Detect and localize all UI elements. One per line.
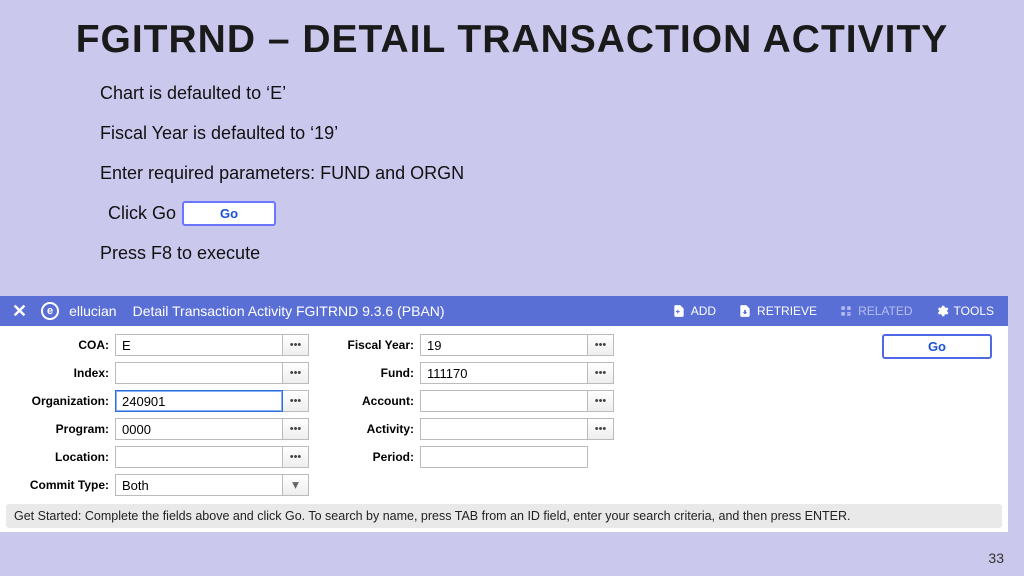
- add-icon: [672, 304, 686, 318]
- form-column-left: COA: ••• Index: ••• Organization: ••• Pr…: [10, 334, 315, 496]
- fiscal-year-lookup-button[interactable]: •••: [588, 334, 614, 356]
- tools-label: TOOLS: [954, 304, 994, 318]
- label-coa: COA:: [10, 338, 115, 352]
- location-field[interactable]: [115, 446, 283, 468]
- label-fiscal-year: Fiscal Year:: [335, 338, 420, 352]
- inline-go-button[interactable]: Go: [182, 201, 276, 226]
- location-lookup-button[interactable]: •••: [283, 446, 309, 468]
- add-button[interactable]: ADD: [666, 304, 722, 318]
- program-field[interactable]: [115, 418, 283, 440]
- organization-lookup-button[interactable]: •••: [283, 390, 309, 412]
- commit-type-dropdown-button[interactable]: ▾: [283, 474, 309, 496]
- label-index: Index:: [10, 366, 115, 380]
- index-lookup-button[interactable]: •••: [283, 362, 309, 384]
- coa-lookup-button[interactable]: •••: [283, 334, 309, 356]
- label-period: Period:: [335, 450, 420, 464]
- account-field[interactable]: [420, 390, 588, 412]
- app-window: ✕ e ellucian Detail Transaction Activity…: [0, 296, 1008, 532]
- bullet-click-go-text: Click Go: [108, 200, 176, 226]
- form-area: COA: ••• Index: ••• Organization: ••• Pr…: [0, 326, 1008, 502]
- related-button[interactable]: RELATED: [833, 304, 918, 318]
- label-commit-type: Commit Type:: [10, 478, 115, 492]
- index-field[interactable]: [115, 362, 283, 384]
- window-title: Detail Transaction Activity FGITRND 9.3.…: [133, 303, 445, 319]
- form-column-right: Fiscal Year: ••• Fund: ••• Account: ••• …: [335, 334, 620, 496]
- commit-type-field[interactable]: [115, 474, 283, 496]
- page-number: 33: [988, 550, 1004, 566]
- brand-text: ellucian: [69, 303, 116, 319]
- account-lookup-button[interactable]: •••: [588, 390, 614, 412]
- fiscal-year-field[interactable]: [420, 334, 588, 356]
- organization-field[interactable]: [115, 390, 283, 412]
- coa-field[interactable]: [115, 334, 283, 356]
- activity-lookup-button[interactable]: •••: [588, 418, 614, 440]
- slide-title: FGITRND – DETAIL TRANSACTION ACTIVITY: [0, 0, 1024, 62]
- fund-lookup-button[interactable]: •••: [588, 362, 614, 384]
- chevron-down-icon: ▾: [292, 477, 299, 493]
- app-header: ✕ e ellucian Detail Transaction Activity…: [0, 296, 1008, 326]
- hint-bar: Get Started: Complete the fields above a…: [6, 504, 1002, 528]
- label-fund: Fund:: [335, 366, 420, 380]
- retrieve-icon: [738, 304, 752, 318]
- label-program: Program:: [10, 422, 115, 436]
- close-icon[interactable]: ✕: [8, 301, 31, 322]
- retrieve-label: RETRIEVE: [757, 304, 817, 318]
- fund-field[interactable]: [420, 362, 588, 384]
- retrieve-button[interactable]: RETRIEVE: [732, 304, 823, 318]
- bullet-fiscal-year: Fiscal Year is defaulted to ‘19’: [100, 120, 1024, 146]
- related-label: RELATED: [858, 304, 912, 318]
- related-icon: [839, 304, 853, 318]
- label-account: Account:: [335, 394, 420, 408]
- label-organization: Organization:: [10, 394, 115, 408]
- bullet-chart: Chart is defaulted to ‘E’: [100, 80, 1024, 106]
- period-field[interactable]: [420, 446, 588, 468]
- bullet-f8: Press F8 to execute: [100, 240, 1024, 266]
- bullet-params: Enter required parameters: FUND and ORGN: [100, 160, 1024, 186]
- activity-field[interactable]: [420, 418, 588, 440]
- add-label: ADD: [691, 304, 716, 318]
- program-lookup-button[interactable]: •••: [283, 418, 309, 440]
- instruction-list: Chart is defaulted to ‘E’ Fiscal Year is…: [100, 80, 1024, 266]
- tools-button[interactable]: TOOLS: [929, 304, 1000, 318]
- label-activity: Activity:: [335, 422, 420, 436]
- tools-icon: [935, 304, 949, 318]
- brand-logo-icon: e: [41, 302, 59, 320]
- go-button[interactable]: Go: [882, 334, 992, 359]
- label-location: Location:: [10, 450, 115, 464]
